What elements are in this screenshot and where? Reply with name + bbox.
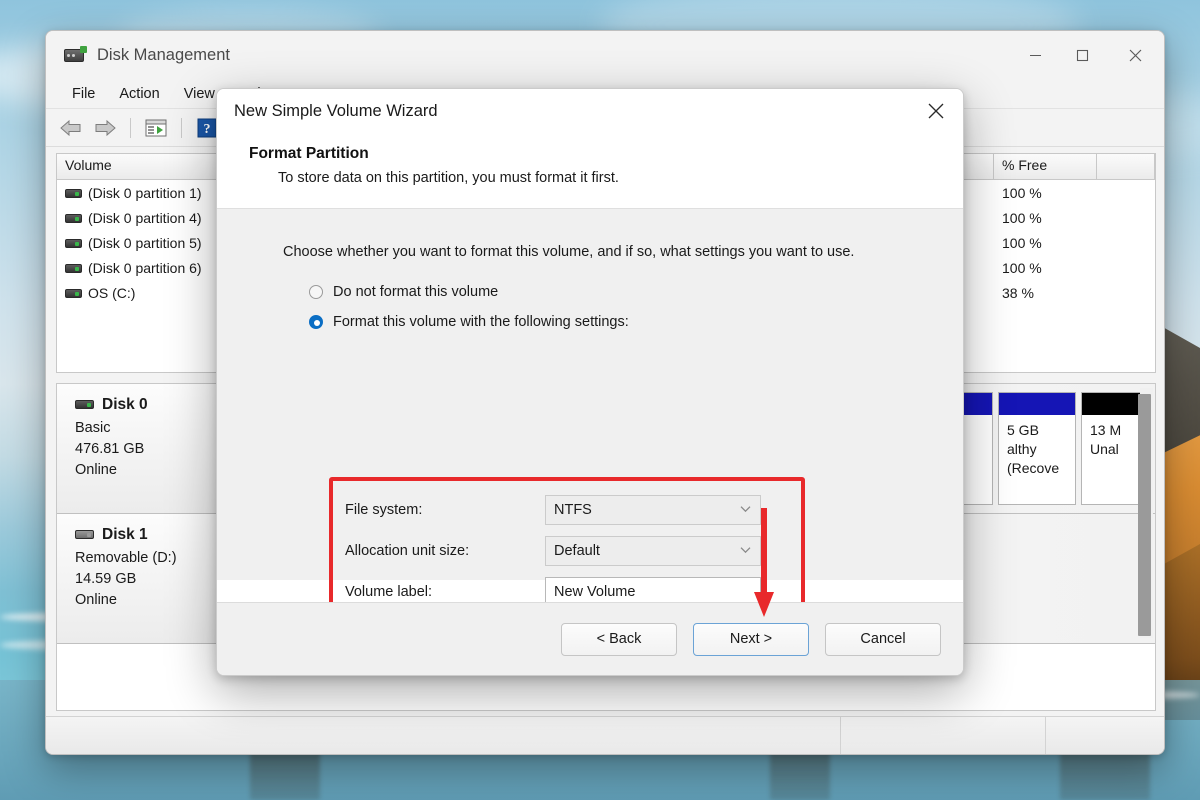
toolbar-separator bbox=[181, 117, 182, 138]
allocation-unit-size-value: Default bbox=[554, 542, 600, 559]
volume-icon bbox=[65, 189, 82, 199]
radio-label: Format this volume with the following se… bbox=[333, 314, 629, 330]
back-button[interactable]: < Back bbox=[561, 622, 677, 656]
percent-free-value: 100 % bbox=[1002, 259, 1042, 276]
new-simple-volume-wizard-dialog: New Simple Volume Wizard Format Partitio… bbox=[216, 88, 964, 676]
page-title: Format Partition bbox=[249, 145, 369, 162]
file-system-label: File system: bbox=[345, 501, 423, 518]
volume-icon bbox=[65, 264, 82, 274]
disk-size: 14.59 GB bbox=[75, 571, 137, 587]
percent-free-value: 38 % bbox=[1002, 284, 1034, 301]
chevron-down-icon bbox=[740, 501, 751, 517]
setting-row-allocation-unit-size: Allocation unit size: Default bbox=[345, 530, 791, 571]
volume-label-label: Volume label: bbox=[345, 583, 433, 600]
disk-name: Disk 0 bbox=[75, 396, 231, 414]
wizard-title: New Simple Volume Wizard bbox=[234, 101, 438, 120]
svg-text:?: ? bbox=[204, 122, 211, 137]
graphic-pane-scrollbar[interactable] bbox=[1138, 388, 1153, 638]
disk-type: Removable (D:) bbox=[75, 550, 177, 566]
file-system-value: NTFS bbox=[554, 501, 592, 518]
partition-size: 13 M bbox=[1090, 422, 1122, 438]
disk-drive-icon bbox=[64, 46, 87, 64]
disk-info-1: Disk 1 Removable (D:) 14.59 GB Online bbox=[57, 514, 232, 643]
format-settings-group: File system: NTFS Allocation unit size: … bbox=[345, 489, 791, 612]
partition-recovery[interactable]: 5 GB althy (Recove bbox=[998, 392, 1076, 505]
column-header-percent-free[interactable]: % Free bbox=[994, 154, 1097, 179]
chevron-down-icon bbox=[740, 542, 751, 558]
toolbar-separator bbox=[130, 117, 131, 138]
cancel-button[interactable]: Cancel bbox=[825, 622, 941, 656]
minimize-button[interactable] bbox=[1012, 31, 1059, 79]
volume-name: OS (C:) bbox=[88, 284, 136, 301]
next-button[interactable]: Next > bbox=[693, 622, 809, 656]
menu-action[interactable]: Action bbox=[107, 84, 171, 104]
window-controls bbox=[1012, 31, 1164, 79]
properties-icon[interactable] bbox=[141, 115, 171, 141]
percent-free-value: 100 % bbox=[1002, 184, 1042, 201]
back-arrow-icon[interactable] bbox=[56, 115, 86, 141]
partition-bar bbox=[999, 393, 1075, 415]
volume-icon bbox=[65, 239, 82, 249]
wizard-header: Format Partition To store data on this p… bbox=[217, 133, 963, 209]
hard-disk-icon bbox=[75, 400, 94, 410]
disk-info-0: Disk 0 Basic 476.81 GB Online bbox=[57, 384, 232, 513]
disk-name: Disk 1 bbox=[75, 526, 231, 544]
forward-arrow-icon[interactable] bbox=[90, 115, 120, 141]
partition-text: 5 GB althy (Recove bbox=[999, 415, 1075, 484]
disk-status: Online bbox=[75, 462, 117, 478]
disk-status: Online bbox=[75, 592, 117, 608]
radio-do-not-format[interactable]: Do not format this volume bbox=[309, 284, 963, 300]
volume-name: (Disk 0 partition 1) bbox=[88, 184, 202, 201]
title-bar: Disk Management bbox=[46, 31, 1164, 79]
page-subtitle: To store data on this partition, you mus… bbox=[278, 170, 619, 186]
column-header-blank[interactable] bbox=[1097, 154, 1155, 179]
volume-label-value: New Volume bbox=[554, 583, 636, 600]
volume-name: (Disk 0 partition 5) bbox=[88, 234, 202, 251]
allocation-unit-size-dropdown[interactable]: Default bbox=[545, 535, 761, 566]
partition-size: 5 GB bbox=[1007, 422, 1039, 438]
volume-name: (Disk 0 partition 4) bbox=[88, 209, 202, 226]
disk-type: Basic bbox=[75, 420, 111, 436]
radio-icon-unchecked[interactable] bbox=[309, 285, 323, 299]
partition-status: Unal bbox=[1090, 441, 1119, 457]
radio-label: Do not format this volume bbox=[333, 284, 499, 300]
menu-file[interactable]: File bbox=[60, 84, 107, 104]
close-button[interactable] bbox=[1106, 31, 1164, 79]
status-bar bbox=[46, 716, 1164, 754]
percent-free-value: 100 % bbox=[1002, 234, 1042, 251]
volume-name: (Disk 0 partition 6) bbox=[88, 259, 202, 276]
wizard-title-bar: New Simple Volume Wizard bbox=[217, 89, 963, 133]
file-system-dropdown[interactable]: NTFS bbox=[545, 494, 761, 525]
percent-free-value: 100 % bbox=[1002, 209, 1042, 226]
wizard-footer: < Back Next > Cancel bbox=[217, 602, 963, 675]
radio-format-with-settings[interactable]: Format this volume with the following se… bbox=[309, 314, 963, 330]
hard-disk-icon bbox=[75, 530, 94, 540]
setting-row-file-system: File system: NTFS bbox=[345, 489, 791, 530]
partition-status: althy (Recove bbox=[1007, 441, 1060, 476]
allocation-unit-size-label: Allocation unit size: bbox=[345, 542, 470, 559]
close-icon[interactable] bbox=[909, 89, 963, 133]
volume-icon bbox=[65, 289, 82, 299]
intro-text: Choose whether you want to format this v… bbox=[283, 244, 855, 260]
wizard-body: Choose whether you want to format this v… bbox=[217, 209, 963, 675]
disk-size: 476.81 GB bbox=[75, 441, 145, 457]
maximize-button[interactable] bbox=[1059, 31, 1106, 79]
radio-icon-checked[interactable] bbox=[309, 315, 323, 329]
window-title: Disk Management bbox=[97, 45, 230, 64]
scrollbar-thumb[interactable] bbox=[1138, 394, 1151, 636]
volume-icon bbox=[65, 214, 82, 224]
